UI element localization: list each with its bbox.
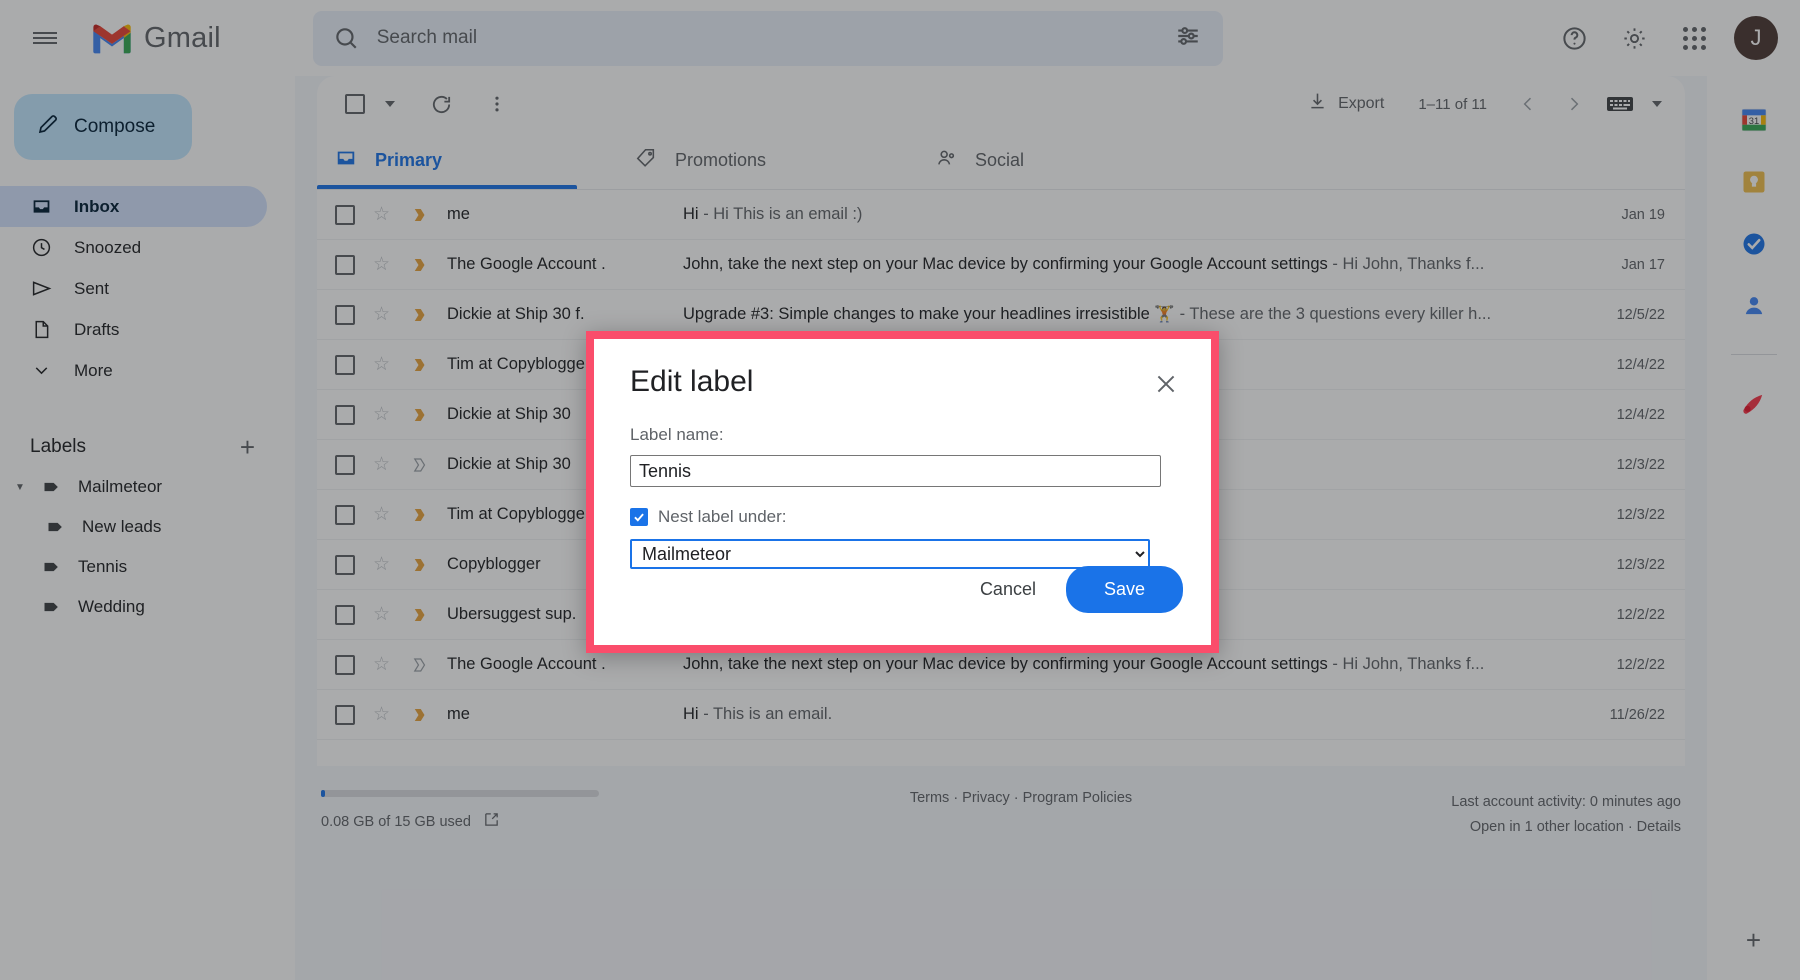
nest-checkbox[interactable] xyxy=(630,508,648,526)
label-name-caption: Label name: xyxy=(630,425,724,444)
cancel-button[interactable]: Cancel xyxy=(958,567,1058,612)
edit-label-dialog: Edit label Label name: Nest label under:… xyxy=(586,331,1219,653)
nest-label-row: Nest label under: xyxy=(630,507,1167,527)
label-name-input[interactable] xyxy=(630,455,1161,487)
nest-caption: Nest label under: xyxy=(658,507,787,526)
close-icon[interactable] xyxy=(1151,371,1181,401)
dialog-title: Edit label xyxy=(630,365,754,398)
nest-parent-select[interactable]: MailmeteorTennisWedding xyxy=(630,539,1150,569)
save-button[interactable]: Save xyxy=(1065,566,1183,613)
gmail-app: Gmail Search mail J Compose Inbox Snooze… xyxy=(0,0,1800,980)
dialog-actions: Cancel Save xyxy=(958,566,1183,613)
